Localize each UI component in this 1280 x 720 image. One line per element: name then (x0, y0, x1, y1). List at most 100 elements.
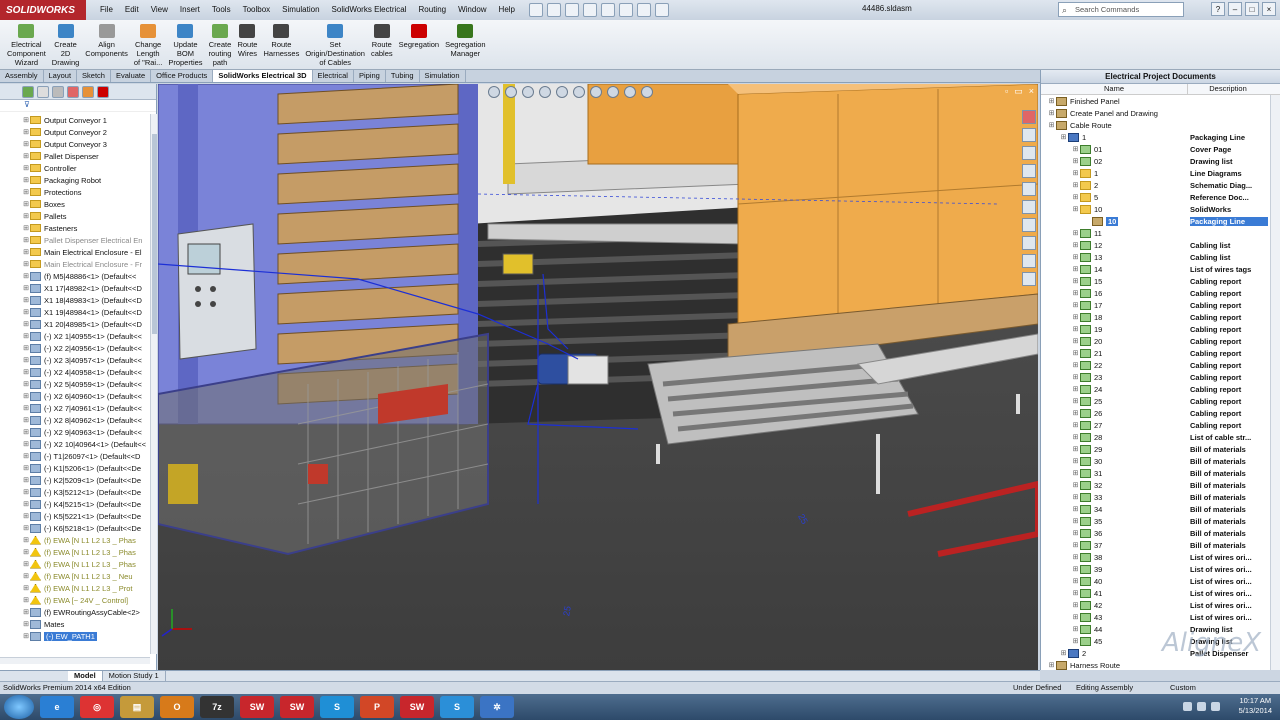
tree-item[interactable]: ⊞ X1 20|48985<1> (Default<<D (0, 318, 150, 330)
clock[interactable]: 10:17 AM 5/13/2014 (1239, 696, 1272, 716)
tree-item[interactable]: ⊞ Boxes (0, 198, 150, 210)
expand-icon[interactable]: ⊞ (1071, 433, 1080, 441)
model-tab-model[interactable]: Model (68, 671, 103, 681)
document-row[interactable]: ⊞ 35 Bill of materials (1041, 515, 1280, 527)
taskbar-app-button[interactable]: ✲ (480, 696, 514, 718)
tree-item[interactable]: ⊞ Pallet Dispenser Electrical En (0, 234, 150, 246)
tree-item[interactable]: ⊞ (f) EWA [N L1 L2 L3 _ Phas (0, 558, 150, 570)
minimize-icon[interactable]: – (1228, 2, 1242, 16)
command-button[interactable]: Segregation Manager (442, 20, 488, 69)
expand-icon[interactable]: ⊞ (22, 152, 30, 160)
expand-icon[interactable]: ⊞ (22, 536, 30, 544)
document-row[interactable]: ⊞ 43 List of wires ori... (1041, 611, 1280, 623)
tree-item[interactable]: ⊞ X1 19|48984<1> (Default<<D (0, 306, 150, 318)
expand-icon[interactable]: ⊞ (1071, 181, 1080, 189)
tree-item[interactable]: ⊞ (-) X2 7|40961<1> (Default<< (0, 402, 150, 414)
tree-item[interactable]: ⊞ Pallet Dispenser (0, 150, 150, 162)
save-icon[interactable] (565, 3, 579, 17)
tree-item[interactable]: ⊞ (-) X2 8|40962<1> (Default<< (0, 414, 150, 426)
tree-item[interactable]: ⊞ (-) K2|5209<1> (Default<<De (0, 474, 150, 486)
expand-icon[interactable]: ⊞ (1071, 241, 1080, 249)
document-row[interactable]: ⊞ 1 Line Diagrams (1041, 167, 1280, 179)
command-button[interactable]: Create 2D Drawing (49, 20, 83, 69)
expand-icon[interactable]: ⊞ (22, 476, 30, 484)
document-row[interactable]: ⊞ 26 Cabling report (1041, 407, 1280, 419)
tree-item[interactable]: ⊞ (f) EWA [N L1 L2 L3 _ Neu (0, 570, 150, 582)
command-button[interactable]: Segregation (396, 20, 442, 69)
tree-item[interactable]: ⊞ Controller (0, 162, 150, 174)
expand-icon[interactable]: ⊞ (22, 332, 30, 340)
model-tab-motion-study-1[interactable]: Motion Study 1 (103, 671, 166, 681)
document-row[interactable]: ⊞ 14 List of wires tags (1041, 263, 1280, 275)
previous-view-icon[interactable] (522, 86, 534, 98)
document-row[interactable]: ⊞ 15 Cabling report (1041, 275, 1280, 287)
menu-routing[interactable]: Routing (413, 0, 453, 20)
tree-vertical-scrollbar[interactable] (150, 114, 157, 654)
document-row[interactable]: ⊞ 33 Bill of materials (1041, 491, 1280, 503)
tab-electrical[interactable]: Electrical (313, 70, 354, 82)
tray-volume-icon[interactable] (1211, 702, 1220, 711)
expand-icon[interactable]: ⊞ (1071, 481, 1080, 489)
expand-icon[interactable]: ⊞ (1071, 577, 1080, 585)
document-tree-scrollbar[interactable] (1270, 95, 1280, 670)
expand-icon[interactable]: ⊞ (1071, 325, 1080, 333)
document-row[interactable]: ⊞ 21 Cabling report (1041, 347, 1280, 359)
expand-icon[interactable]: ⊞ (22, 212, 30, 220)
expand-icon[interactable]: ⊞ (22, 176, 30, 184)
document-row[interactable]: ⊞ 40 List of wires ori... (1041, 575, 1280, 587)
expand-icon[interactable]: ⊞ (1071, 469, 1080, 477)
document-row[interactable]: ⊞ 27 Cabling report (1041, 419, 1280, 431)
configuration-manager-icon[interactable] (52, 85, 64, 98)
section-view-icon[interactable] (539, 86, 551, 98)
expand-icon[interactable]: ⊞ (22, 512, 30, 520)
document-row[interactable]: ⊞ 17 Cabling report (1041, 299, 1280, 311)
expand-icon[interactable]: ⊞ (22, 524, 30, 532)
document-row[interactable]: ⊞ 13 Cabling list (1041, 251, 1280, 263)
command-button[interactable]: Create routing path (206, 20, 235, 69)
tree-item[interactable]: ⊞ Pallets (0, 210, 150, 222)
expand-icon[interactable]: ⊞ (1059, 133, 1068, 141)
tab-sketch[interactable]: Sketch (77, 70, 111, 82)
expand-icon[interactable]: ⊞ (22, 380, 30, 388)
tree-item[interactable]: ⊞ (-) X2 3|40957<1> (Default<< (0, 354, 150, 366)
command-button[interactable]: Set Origin/Destination of Cables (302, 20, 368, 69)
menu-window[interactable]: Window (452, 0, 492, 20)
expand-icon[interactable]: ⊞ (1071, 493, 1080, 501)
document-row[interactable]: ⊞ Harness Route (1041, 659, 1280, 671)
expand-icon[interactable]: ⊞ (1071, 229, 1080, 237)
viewport-restore-icon[interactable]: ▫ (1005, 86, 1008, 97)
view-settings-icon[interactable] (641, 86, 653, 98)
expand-icon[interactable]: ⊞ (1071, 205, 1080, 213)
document-row[interactable]: ⊞ 02 Drawing list (1041, 155, 1280, 167)
tree-item[interactable]: ⊞ Protections (0, 186, 150, 198)
document-row[interactable]: ⊞ 31 Bill of materials (1041, 467, 1280, 479)
expand-icon[interactable]: ⊞ (22, 356, 30, 364)
zoom-fit-icon[interactable] (488, 86, 500, 98)
tree-item[interactable]: ⊞ (-) X2 1|40955<1> (Default<< (0, 330, 150, 342)
tree-item[interactable]: ⊞ (f) M5|48886<1> (Default<< (0, 270, 150, 282)
tree-item[interactable]: ⊞ (-) T1|26097<1> (Default<<D (0, 450, 150, 462)
document-row[interactable]: ⊞ 10 SolidWorks (1041, 203, 1280, 215)
close-icon[interactable]: × (1262, 2, 1276, 16)
expand-icon[interactable]: ⊞ (1071, 637, 1080, 645)
expand-icon[interactable]: ⊞ (22, 248, 30, 256)
electrical-library-icon[interactable] (1022, 272, 1036, 286)
menu-help[interactable]: Help (493, 0, 521, 20)
document-row[interactable]: ⊞ 11 (1041, 227, 1280, 239)
expand-icon[interactable]: ⊞ (22, 308, 30, 316)
expand-icon[interactable]: ⊞ (22, 452, 30, 460)
tab-layout[interactable]: Layout (44, 70, 78, 82)
tab-simulation[interactable]: Simulation (420, 70, 466, 82)
menu-view[interactable]: View (145, 0, 174, 20)
expand-icon[interactable]: ⊞ (22, 260, 30, 268)
command-button[interactable]: Change Length of "Rai... (131, 20, 166, 69)
expand-icon[interactable]: ⊞ (1071, 289, 1080, 297)
options-icon[interactable] (655, 3, 669, 17)
taskbar-app-button[interactable]: e (40, 696, 74, 718)
view-orientation-icon[interactable] (556, 86, 568, 98)
expand-icon[interactable]: ⊞ (22, 320, 30, 328)
document-row[interactable]: ⊞ 22 Cabling report (1041, 359, 1280, 371)
tree-item[interactable]: ⊞ Main Electrical Enclosure - Fr (0, 258, 150, 270)
open-icon[interactable] (547, 3, 561, 17)
tree-item[interactable]: ⊞ Fasteners (0, 222, 150, 234)
